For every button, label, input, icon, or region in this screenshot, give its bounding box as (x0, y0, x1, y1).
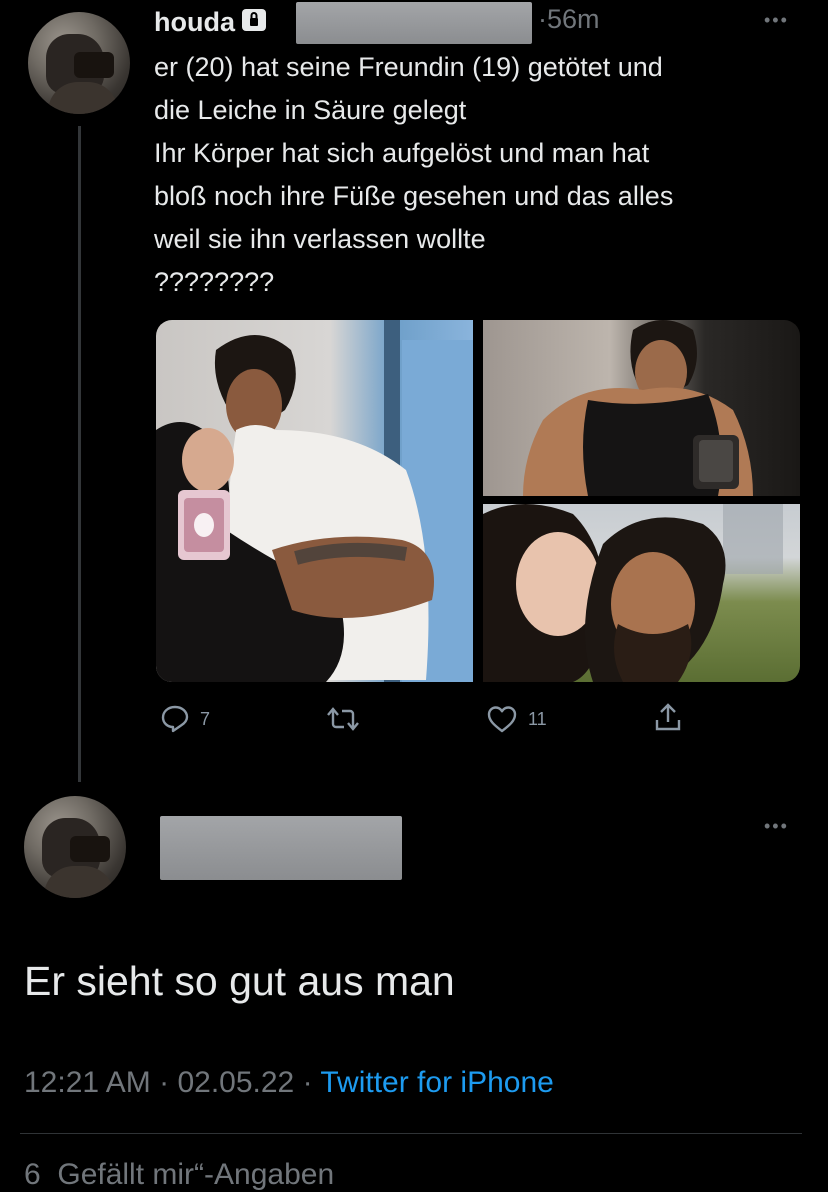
source-link[interactable]: Twitter for iPhone (320, 1066, 553, 1099)
redacted-reply-author (160, 816, 402, 880)
photo-grid (156, 320, 800, 682)
share-button[interactable] (652, 702, 684, 734)
more-options-button[interactable]: ••• (764, 10, 789, 31)
reply-count: 7 (200, 708, 211, 729)
like-button[interactable]: 11 (486, 704, 547, 734)
divider (20, 1133, 802, 1134)
display-name[interactable]: houda (154, 7, 235, 38)
reply-button[interactable]: 7 (160, 704, 210, 734)
likes-row[interactable]: 6 Gefällt mir“-Angaben (24, 1158, 334, 1192)
retweet-icon (327, 707, 359, 731)
lock-icon (241, 8, 267, 37)
reply-icon (161, 705, 189, 733)
tweet-text: er (20) hat seine Freundin (19) getötet … (154, 52, 674, 297)
tweet-header: houda (154, 2, 267, 42)
couple-selfie-image[interactable] (483, 504, 800, 682)
heart-icon (487, 706, 517, 733)
reply-more-options-button[interactable]: ••• (764, 816, 789, 837)
reply-date: 02.05.22 (177, 1066, 295, 1099)
reply-time: 12:21 AM (24, 1066, 151, 1099)
reply-meta: 12:21 AM · 02.05.22 · Twitter for iPhone (24, 1066, 554, 1099)
tweet-time[interactable]: ·56m (538, 4, 600, 35)
like-count: 11 (528, 708, 547, 729)
reply-text: Er sieht so gut aus man (24, 958, 455, 1004)
gym-mirror-selfie-image[interactable] (483, 320, 800, 496)
reply-avatar[interactable] (24, 796, 126, 898)
redacted-handle (296, 2, 532, 44)
retweet-button[interactable] (326, 704, 360, 734)
avatar[interactable] (28, 12, 130, 114)
thread-line (78, 126, 81, 782)
share-icon (655, 703, 681, 731)
mirror-selfie-couple-image[interactable] (156, 320, 473, 682)
